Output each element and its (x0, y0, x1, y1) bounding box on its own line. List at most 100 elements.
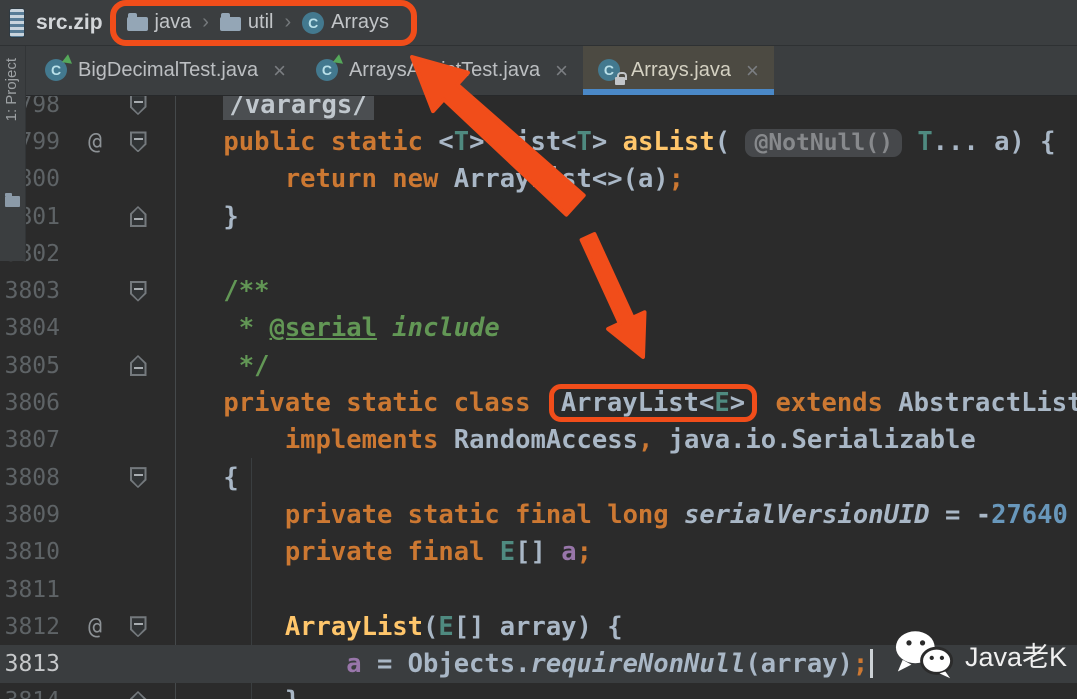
code-line-3811: 3811 (0, 571, 1077, 608)
fold-down-icon[interactable] (130, 467, 147, 488)
breadcrumb-item-label: Arrays (331, 11, 389, 34)
code-text[interactable]: private final E[] a; (160, 537, 1077, 567)
line-number: 3805 (0, 353, 74, 379)
editor-tab-bar: CBigDecimalTest.java×CArraysAsListTest.j… (0, 46, 1077, 96)
code-token (484, 537, 499, 567)
code-token: AbstractList< (883, 388, 1077, 418)
code-token: public static (223, 127, 438, 157)
fold-down-icon[interactable] (130, 131, 147, 152)
breadcrumb-separator: › (280, 11, 295, 34)
close-tab-icon[interactable]: × (273, 60, 286, 82)
archive-root-label[interactable]: src.zip (36, 11, 103, 35)
line-number: 3804 (0, 315, 74, 341)
class-test-icon: C (45, 59, 69, 83)
code-token (162, 537, 285, 567)
fold-gutter (116, 281, 160, 302)
breadcrumb-item-java[interactable]: java (127, 11, 192, 34)
code-text[interactable]: private static class ArrayList<E> extend… (160, 384, 1077, 421)
code-text[interactable]: { (160, 463, 1077, 493)
line-number: 3812 (0, 614, 74, 640)
close-tab-icon[interactable]: × (555, 60, 568, 82)
code-token: a (561, 537, 576, 567)
active-tab-underline (583, 89, 774, 95)
project-tool-button[interactable]: 1: Project (3, 58, 20, 121)
fold-up-icon[interactable] (130, 355, 147, 376)
fold-down-icon[interactable] (130, 281, 147, 302)
code-line-3799: 3799@ public static <T> List<T> asList( … (0, 123, 1077, 160)
code-line-3802: 3802 (0, 235, 1077, 272)
fold-gutter (116, 131, 160, 152)
code-line-3804: 3804 * @serial include (0, 310, 1077, 347)
watermark-label: Java老K (965, 635, 1067, 674)
tab-ArraysAsListTest.java[interactable]: CArraysAsListTest.java× (301, 46, 583, 95)
code-line-3814: 3814 } (0, 683, 1077, 699)
fold-gutter (116, 94, 160, 115)
code-token: (array) (745, 649, 852, 679)
readonly-lock-icon (615, 77, 625, 85)
code-token: return new (285, 164, 439, 194)
code-token: ArrayList<>(a) (438, 164, 668, 194)
class-icon: C (302, 12, 324, 34)
code-text[interactable]: * @serial include (160, 313, 1077, 343)
code-text[interactable]: return new ArrayList<>(a); (160, 164, 1077, 194)
tab-label: BigDecimalTest.java (78, 59, 258, 82)
code-text[interactable]: public static <T> List<T> asList( @NotNu… (160, 127, 1077, 157)
code-token: private static final long (285, 500, 669, 530)
line-number: 3814 (0, 688, 74, 699)
code-token: ; (669, 164, 684, 194)
code-token: extends (775, 388, 882, 418)
fold-down-icon[interactable] (130, 616, 147, 637)
code-token: = Objects. (362, 649, 531, 679)
code-text[interactable]: } (160, 686, 1077, 699)
line-number: 3813 (0, 651, 74, 677)
fold-gutter (116, 616, 160, 637)
code-token: ArrayList< (561, 388, 715, 418)
code-token: @serial (269, 313, 376, 343)
tab-BigDecimalTest.java[interactable]: C BigDecimalTest.java × (30, 46, 301, 95)
code-token: ( (715, 127, 746, 157)
code-text[interactable]: private static final long serialVersionU… (160, 500, 1077, 530)
code-token: */ (162, 351, 269, 381)
breadcrumb-item-util[interactable]: util (220, 11, 274, 34)
close-tab-icon[interactable]: × (746, 60, 759, 82)
breadcrumb-item-Arrays[interactable]: C Arrays (302, 11, 389, 34)
fold-up-icon[interactable] (130, 691, 147, 699)
fold-down-icon[interactable] (130, 94, 147, 115)
code-token (162, 649, 346, 679)
watermark: Java老K (893, 628, 1067, 680)
text-cursor (870, 649, 873, 678)
code-token (162, 425, 285, 455)
code-text[interactable]: } (160, 202, 1077, 232)
project-folder-icon (5, 196, 20, 207)
tab-Arrays.java[interactable]: CArrays.java× (583, 46, 774, 95)
breadcrumb-bar: src.zip java›util›CArrays (0, 0, 1077, 46)
code-token: @NotNull() (745, 129, 901, 157)
code-text[interactable]: implements RandomAccess, java.io.Seriali… (160, 425, 1077, 455)
code-token: > List< (469, 127, 576, 157)
code-token: E (438, 612, 453, 642)
folder-icon (127, 17, 148, 31)
code-text[interactable]: */ (160, 351, 1077, 381)
breadcrumb-item-label: java (155, 11, 192, 34)
code-line-3803: 3803 /** (0, 272, 1077, 309)
fold-up-icon[interactable] (130, 206, 147, 227)
code-text[interactable]: /** (160, 276, 1077, 306)
code-token: implements (285, 425, 439, 455)
code-highlight-box: ArrayList<E> (549, 384, 757, 421)
fold-gutter (116, 691, 160, 699)
code-editor[interactable]: 3798 /varargs/3799@ public static <T> Li… (0, 0, 1077, 699)
fold-gutter (116, 355, 160, 376)
code-line-3808: 3808 { (0, 459, 1077, 496)
code-token: a (346, 649, 361, 679)
code-token: * (162, 313, 269, 343)
code-line-3801: 3801 } (0, 198, 1077, 235)
code-lines: 3798 /varargs/3799@ public static <T> Li… (0, 86, 1077, 699)
code-token: < (438, 127, 453, 157)
code-line-3800: 3800 return new ArrayList<>(a); (0, 161, 1077, 198)
code-line-3807: 3807 implements RandomAccess, java.io.Se… (0, 422, 1077, 459)
code-token (162, 127, 223, 157)
code-token: { (162, 463, 239, 493)
code-token: } (162, 686, 300, 699)
code-token (669, 500, 684, 530)
code-token: E (500, 537, 515, 567)
